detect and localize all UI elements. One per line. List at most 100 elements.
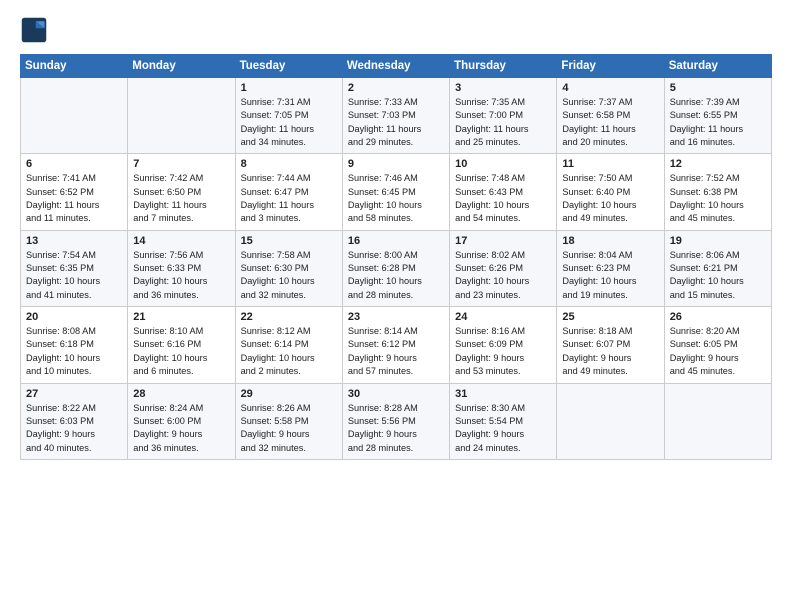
calendar-cell: 20Sunrise: 8:08 AM Sunset: 6:18 PM Dayli… (21, 307, 128, 383)
day-number: 19 (670, 235, 767, 247)
calendar-page: SundayMondayTuesdayWednesdayThursdayFrid… (0, 0, 792, 612)
calendar-cell: 13Sunrise: 7:54 AM Sunset: 6:35 PM Dayli… (21, 230, 128, 306)
day-number: 7 (133, 158, 230, 170)
day-detail: Sunrise: 8:28 AM Sunset: 5:56 PM Dayligh… (348, 402, 445, 455)
calendar-cell: 5 Sunrise: 7:39 AM Sunset: 6:55 PM Daylig… (664, 78, 771, 154)
day-detail: Sunrise: 8:24 AM Sunset: 6:00 PM Dayligh… (133, 402, 230, 455)
day-detail: Sunrise: 8:14 AM Sunset: 6:12 PM Dayligh… (348, 325, 445, 378)
calendar-week-row: 13Sunrise: 7:54 AM Sunset: 6:35 PM Dayli… (21, 230, 772, 306)
calendar-week-row: 27 Sunrise: 8:22 AM Sunset: 6:03 PM Dayli… (21, 383, 772, 459)
day-detail: Sunrise: 7:31 AM Sunset: 7:05 PM Dayligh… (241, 96, 338, 149)
calendar-cell: 1 Sunrise: 7:31 AM Sunset: 7:05 PM Daylig… (235, 78, 342, 154)
day-number: 11 (562, 158, 659, 170)
day-detail: Sunrise: 7:44 AM Sunset: 6:47 PM Dayligh… (241, 172, 338, 225)
calendar-header-row: SundayMondayTuesdayWednesdayThursdayFrid… (21, 55, 772, 78)
calendar-cell: 15 Sunrise: 7:58 AM Sunset: 6:30 PM Dayli… (235, 230, 342, 306)
day-number: 31 (455, 388, 552, 400)
day-detail: Sunrise: 7:35 AM Sunset: 7:00 PM Dayligh… (455, 96, 552, 149)
day-header-wednesday: Wednesday (342, 55, 449, 78)
day-detail: Sunrise: 7:50 AM Sunset: 6:40 PM Dayligh… (562, 172, 659, 225)
calendar-cell: 28 Sunrise: 8:24 AM Sunset: 6:00 PM Dayli… (128, 383, 235, 459)
calendar-cell: 29Sunrise: 8:26 AM Sunset: 5:58 PM Dayli… (235, 383, 342, 459)
day-detail: Sunrise: 7:42 AM Sunset: 6:50 PM Dayligh… (133, 172, 230, 225)
day-detail: Sunrise: 7:54 AM Sunset: 6:35 PM Dayligh… (26, 249, 123, 302)
day-detail: Sunrise: 7:46 AM Sunset: 6:45 PM Dayligh… (348, 172, 445, 225)
calendar-cell: 18 Sunrise: 8:04 AM Sunset: 6:23 PM Dayli… (557, 230, 664, 306)
day-detail: Sunrise: 8:30 AM Sunset: 5:54 PM Dayligh… (455, 402, 552, 455)
day-number: 8 (241, 158, 338, 170)
day-header-friday: Friday (557, 55, 664, 78)
day-detail: Sunrise: 8:18 AM Sunset: 6:07 PM Dayligh… (562, 325, 659, 378)
day-detail: Sunrise: 7:58 AM Sunset: 6:30 PM Dayligh… (241, 249, 338, 302)
day-detail: Sunrise: 8:06 AM Sunset: 6:21 PM Dayligh… (670, 249, 767, 302)
day-number: 24 (455, 311, 552, 323)
day-number: 5 (670, 82, 767, 94)
calendar-cell: 25 Sunrise: 8:18 AM Sunset: 6:07 PM Dayli… (557, 307, 664, 383)
calendar-week-row: 20Sunrise: 8:08 AM Sunset: 6:18 PM Dayli… (21, 307, 772, 383)
day-number: 10 (455, 158, 552, 170)
calendar-cell: 22Sunrise: 8:12 AM Sunset: 6:14 PM Dayli… (235, 307, 342, 383)
day-header-tuesday: Tuesday (235, 55, 342, 78)
day-number: 3 (455, 82, 552, 94)
day-detail: Sunrise: 7:56 AM Sunset: 6:33 PM Dayligh… (133, 249, 230, 302)
calendar-cell: 23 Sunrise: 8:14 AM Sunset: 6:12 PM Dayli… (342, 307, 449, 383)
calendar-table: SundayMondayTuesdayWednesdayThursdayFrid… (20, 54, 772, 460)
calendar-cell: 17 Sunrise: 8:02 AM Sunset: 6:26 PM Dayli… (450, 230, 557, 306)
day-number: 25 (562, 311, 659, 323)
day-number: 4 (562, 82, 659, 94)
calendar-cell: 10 Sunrise: 7:48 AM Sunset: 6:43 PM Dayli… (450, 154, 557, 230)
day-number: 6 (26, 158, 123, 170)
day-number: 23 (348, 311, 445, 323)
day-number: 28 (133, 388, 230, 400)
header (20, 16, 772, 44)
calendar-cell (21, 78, 128, 154)
day-number: 18 (562, 235, 659, 247)
day-detail: Sunrise: 7:52 AM Sunset: 6:38 PM Dayligh… (670, 172, 767, 225)
day-detail: Sunrise: 8:22 AM Sunset: 6:03 PM Dayligh… (26, 402, 123, 455)
day-detail: Sunrise: 8:04 AM Sunset: 6:23 PM Dayligh… (562, 249, 659, 302)
day-detail: Sunrise: 8:26 AM Sunset: 5:58 PM Dayligh… (241, 402, 338, 455)
calendar-cell: 3 Sunrise: 7:35 AM Sunset: 7:00 PM Daylig… (450, 78, 557, 154)
day-detail: Sunrise: 7:39 AM Sunset: 6:55 PM Dayligh… (670, 96, 767, 149)
day-number: 27 (26, 388, 123, 400)
day-detail: Sunrise: 8:02 AM Sunset: 6:26 PM Dayligh… (455, 249, 552, 302)
calendar-cell: 6 Sunrise: 7:41 AM Sunset: 6:52 PM Daylig… (21, 154, 128, 230)
day-header-saturday: Saturday (664, 55, 771, 78)
calendar-cell: 11 Sunrise: 7:50 AM Sunset: 6:40 PM Dayli… (557, 154, 664, 230)
calendar-cell: 30Sunrise: 8:28 AM Sunset: 5:56 PM Dayli… (342, 383, 449, 459)
calendar-cell: 2 Sunrise: 7:33 AM Sunset: 7:03 PM Daylig… (342, 78, 449, 154)
calendar-cell: 4 Sunrise: 7:37 AM Sunset: 6:58 PM Daylig… (557, 78, 664, 154)
day-detail: Sunrise: 7:48 AM Sunset: 6:43 PM Dayligh… (455, 172, 552, 225)
day-number: 21 (133, 311, 230, 323)
day-detail: Sunrise: 8:10 AM Sunset: 6:16 PM Dayligh… (133, 325, 230, 378)
day-number: 17 (455, 235, 552, 247)
day-header-thursday: Thursday (450, 55, 557, 78)
calendar-cell: 21 Sunrise: 8:10 AM Sunset: 6:16 PM Dayli… (128, 307, 235, 383)
day-detail: Sunrise: 8:16 AM Sunset: 6:09 PM Dayligh… (455, 325, 552, 378)
day-header-sunday: Sunday (21, 55, 128, 78)
day-number: 14 (133, 235, 230, 247)
calendar-cell: 7 Sunrise: 7:42 AM Sunset: 6:50 PM Daylig… (128, 154, 235, 230)
calendar-cell: 19 Sunrise: 8:06 AM Sunset: 6:21 PM Dayli… (664, 230, 771, 306)
calendar-cell: 14 Sunrise: 7:56 AM Sunset: 6:33 PM Dayli… (128, 230, 235, 306)
calendar-week-row: 6 Sunrise: 7:41 AM Sunset: 6:52 PM Daylig… (21, 154, 772, 230)
day-detail: Sunrise: 7:33 AM Sunset: 7:03 PM Dayligh… (348, 96, 445, 149)
day-number: 1 (241, 82, 338, 94)
calendar-cell (664, 383, 771, 459)
day-number: 16 (348, 235, 445, 247)
day-detail: Sunrise: 7:41 AM Sunset: 6:52 PM Dayligh… (26, 172, 123, 225)
calendar-week-row: 1 Sunrise: 7:31 AM Sunset: 7:05 PM Daylig… (21, 78, 772, 154)
day-number: 9 (348, 158, 445, 170)
day-number: 15 (241, 235, 338, 247)
logo-icon (20, 16, 48, 44)
day-detail: Sunrise: 7:37 AM Sunset: 6:58 PM Dayligh… (562, 96, 659, 149)
day-number: 20 (26, 311, 123, 323)
calendar-cell: 8 Sunrise: 7:44 AM Sunset: 6:47 PM Daylig… (235, 154, 342, 230)
day-number: 2 (348, 82, 445, 94)
calendar-cell: 26Sunrise: 8:20 AM Sunset: 6:05 PM Dayli… (664, 307, 771, 383)
calendar-cell: 31 Sunrise: 8:30 AM Sunset: 5:54 PM Dayli… (450, 383, 557, 459)
day-number: 12 (670, 158, 767, 170)
calendar-cell: 16Sunrise: 8:00 AM Sunset: 6:28 PM Dayli… (342, 230, 449, 306)
day-number: 22 (241, 311, 338, 323)
calendar-cell: 9 Sunrise: 7:46 AM Sunset: 6:45 PM Daylig… (342, 154, 449, 230)
